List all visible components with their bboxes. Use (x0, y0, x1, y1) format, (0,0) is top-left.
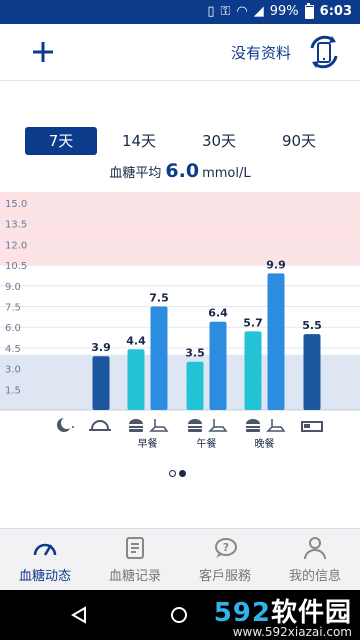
tab-customer-service[interactable]: ? 客戶服務 (180, 529, 270, 591)
range-14-days[interactable]: 14天 (103, 127, 175, 155)
plus-icon (33, 42, 53, 62)
tab-label: 我的信息 (288, 569, 341, 584)
person-icon (304, 537, 326, 560)
chart-value-label: 9.9 (266, 258, 286, 271)
average-label: 血糖平均 (109, 166, 162, 181)
chart-bar (92, 356, 110, 410)
header-divider (0, 80, 360, 81)
burger-icon (188, 419, 202, 424)
clock: 6:03 (319, 4, 352, 19)
watermark-url: www.592xiazai.com (232, 625, 352, 639)
tab-glucose-trend[interactable]: 血糖动态 (0, 529, 90, 591)
chart-tick-label: 9.0 (5, 282, 21, 293)
average-unit: mmol/L (202, 166, 251, 181)
range-30-days[interactable]: 30天 (183, 127, 255, 155)
tab-label: 血糖动态 (18, 569, 71, 584)
vibrate-icon: ▯ (207, 4, 215, 19)
watermark-number: 592 (213, 598, 271, 628)
chart-bar (150, 306, 168, 410)
burger-icon-patty (246, 426, 260, 428)
meal-label: 午餐 (197, 437, 217, 450)
chart-tick-label: 7.5 (5, 303, 21, 314)
plate-icon (208, 426, 228, 432)
tab-glucose-records[interactable]: 血糖记录 (90, 529, 180, 591)
chart-value-label: 5.5 (302, 319, 322, 332)
chart-bar (244, 331, 262, 410)
page-indicator (169, 470, 189, 480)
glucose-bar-chart: 15.0 13.5 12.0 10.5 9.0 7.5 6.0 4.5 3.0 1.5 3.9 4.4… (0, 192, 360, 450)
sync-device-button[interactable] (304, 32, 344, 72)
chart-tick-label: 4.5 (5, 344, 21, 355)
watermark: 592软件园 www.592xiazai.com (214, 592, 352, 639)
battery-percent: 99% (269, 4, 299, 19)
range-7-days[interactable]: 7天 (25, 127, 97, 155)
tab-label: 血糖记录 (108, 569, 161, 584)
chart-bar (267, 273, 285, 410)
chart-bar (209, 321, 227, 410)
burger-icon-bun (188, 429, 202, 432)
watermark-text: 软件园 (270, 598, 352, 628)
battery-icon (304, 3, 314, 19)
svg-text:?: ? (223, 541, 229, 554)
back-icon[interactable] (70, 606, 88, 624)
page-dot-1[interactable] (169, 470, 176, 477)
moon-icon-cut (61, 417, 73, 429)
chart-tick-label: 13.5 (5, 220, 27, 231)
phone-sync-icon (310, 35, 338, 69)
chart-value-label: 7.5 (149, 292, 169, 305)
average-value: 6.0 (165, 160, 200, 182)
chart-value-label: 3.5 (185, 347, 205, 360)
tab-label: 客戶服務 (198, 569, 251, 584)
status-bar: ▯ ⚿ ◠ ◢ 99% 6:03 (0, 0, 360, 24)
burger-icon-bun (129, 429, 143, 432)
plate-icon (266, 426, 286, 432)
chart-bar (303, 334, 321, 410)
burger-icon-patty (188, 426, 202, 428)
wifi-icon: ◠ (236, 4, 248, 19)
meal-label: 早餐 (138, 437, 158, 450)
home-icon[interactable] (170, 606, 188, 624)
chart-value-label: 4.4 (126, 334, 146, 347)
chart-value-label: 3.9 (91, 341, 111, 354)
range-selector: 7天 14天 30天 90天 (0, 127, 360, 155)
chart-tick-label: 3.0 (5, 365, 21, 376)
bottom-tab-bar: 血糖动态 血糖记录 ? 客戶服務 我的信息 (0, 528, 360, 590)
star-icon (72, 426, 74, 428)
plate-icon (149, 426, 169, 432)
signal-icon: ◢ (253, 4, 264, 19)
chart-bar (186, 361, 204, 410)
chart-tick-label: 12.0 (5, 240, 27, 251)
sunrise-icon (91, 420, 109, 430)
range-90-days[interactable]: 90天 (263, 127, 335, 155)
chart-tick-label: 15.0 (5, 199, 27, 210)
page-dot-2[interactable] (179, 470, 186, 477)
chart-tick-label: 1.5 (5, 385, 21, 396)
tab-my-info[interactable]: 我的信息 (270, 529, 360, 591)
chart-tick-label: 10.5 (5, 261, 27, 272)
no-data-label[interactable]: 没有资料 (231, 42, 291, 63)
chart-bar (127, 349, 145, 410)
chart-value-label: 6.4 (208, 307, 228, 320)
burger-icon (246, 419, 260, 424)
help-bubble-icon: ? (215, 538, 237, 558)
chart-tick-label: 6.0 (5, 323, 21, 334)
bed-icon-pillow (304, 424, 310, 428)
chart-value-label: 5.7 (243, 316, 263, 329)
glucose-average: 血糖平均 6.0 mmol/L (0, 160, 360, 182)
key-icon: ⚿ (220, 4, 231, 19)
gauge-icon (33, 543, 57, 556)
burger-icon-patty (129, 426, 143, 428)
system-nav-bar: 592软件园 www.592xiazai.com (0, 590, 360, 640)
burger-icon (129, 419, 143, 424)
top-bar: 没有资料 (0, 24, 360, 80)
meal-label: 晚餐 (255, 437, 275, 450)
add-record-button[interactable] (28, 34, 58, 70)
burger-icon-bun (246, 429, 260, 432)
notebook-icon (126, 537, 144, 559)
